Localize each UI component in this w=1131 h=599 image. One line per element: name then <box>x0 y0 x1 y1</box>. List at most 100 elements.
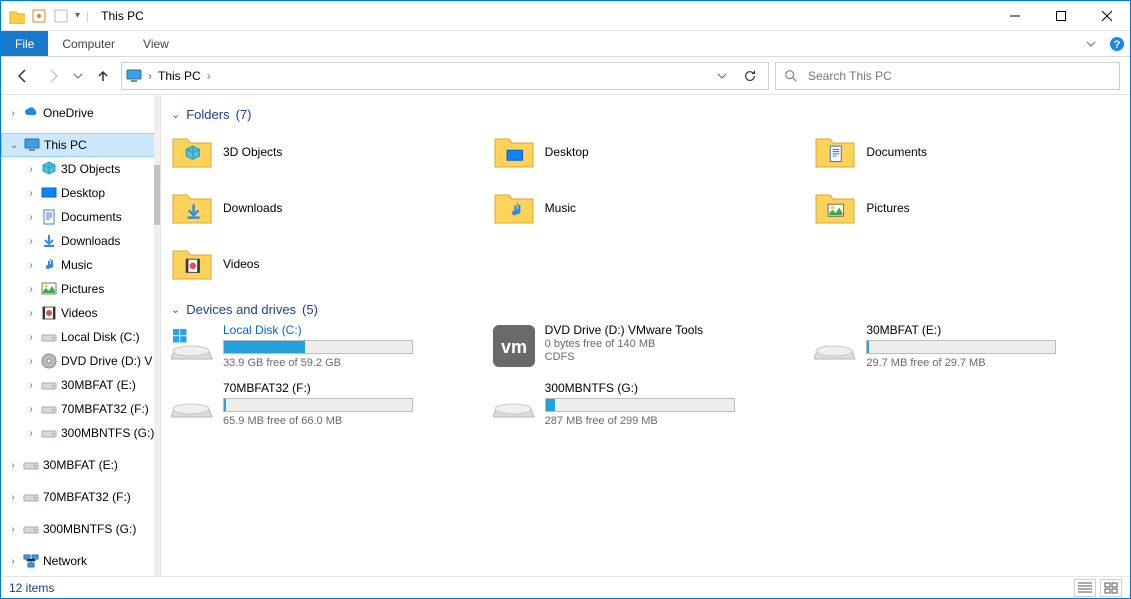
chevron-down-icon[interactable]: ⌄ <box>171 108 180 121</box>
refresh-button[interactable] <box>736 69 764 83</box>
expand-icon[interactable]: › <box>7 108 19 119</box>
sidebar-item-300mbntfs-g[interactable]: ›300MBNTFS (G:) <box>1 421 160 445</box>
tab-file[interactable]: File <box>1 31 48 56</box>
hdd-icon <box>23 457 39 473</box>
app-explorer-icon <box>9 8 25 24</box>
address-history-dropdown[interactable] <box>712 71 732 81</box>
view-large-icons-button[interactable] <box>1100 579 1122 597</box>
hdd-icon <box>814 325 856 367</box>
navigation-bar: › This PC › <box>1 57 1130 95</box>
expand-icon[interactable]: › <box>7 524 19 535</box>
nav-back-button[interactable] <box>11 64 35 88</box>
sidebar-item-pictures[interactable]: ›Pictures <box>1 277 160 301</box>
sidebar-scrollbar-thumb[interactable] <box>154 165 160 225</box>
nav-recent-dropdown[interactable] <box>71 64 85 88</box>
sidebar-item-network[interactable]: › Network <box>1 549 160 573</box>
folder-music[interactable]: Music <box>493 184 799 232</box>
qat-dropdown-icon[interactable]: ▾ <box>75 10 80 21</box>
qat-newfolder-icon[interactable] <box>53 8 69 24</box>
sidebar-item-this-pc[interactable]: ⌄ This PC <box>1 133 160 157</box>
sidebar-item-70mbfat32-f[interactable]: ›70MBFAT32 (F:) <box>1 397 160 421</box>
group-header-drives[interactable]: ⌄ Devices and drives (5) <box>171 302 1120 317</box>
sidebar-item-local-disk-c[interactable]: ›Local Disk (C:) <box>1 325 160 349</box>
folder-desktop[interactable]: Desktop <box>493 128 799 176</box>
ribbon-expand-icon[interactable] <box>1078 31 1104 56</box>
qat-properties-icon[interactable] <box>31 8 47 24</box>
expand-icon[interactable]: › <box>25 164 37 175</box>
view-details-button[interactable] <box>1074 579 1096 597</box>
close-button[interactable] <box>1084 1 1130 31</box>
expand-icon[interactable]: › <box>25 236 37 247</box>
folder-icon <box>493 131 535 173</box>
address-bar[interactable]: › This PC › <box>121 62 769 90</box>
sidebar-item-music[interactable]: › Music <box>1 253 160 277</box>
sidebar-item-label: Downloads <box>61 234 120 248</box>
folder-pictures[interactable]: Pictures <box>814 184 1120 232</box>
sidebar-item-downloads[interactable]: › Downloads <box>1 229 160 253</box>
sidebar-item-3d-objects[interactable]: ›3D Objects <box>1 157 160 181</box>
tab-computer[interactable]: Computer <box>48 31 129 56</box>
folder-videos[interactable]: Videos <box>171 240 477 288</box>
sidebar-item-documents[interactable]: ›Documents <box>1 205 160 229</box>
breadcrumb-sep-icon[interactable]: › <box>205 69 213 83</box>
expand-icon[interactable]: › <box>25 428 37 439</box>
minimize-button[interactable] <box>992 1 1038 31</box>
expand-icon[interactable]: › <box>25 260 37 271</box>
drive-free-text: 33.9 GB free of 59.2 GB <box>223 357 477 369</box>
drive-30mbfat-e[interactable]: 30MBFAT (E:) 29.7 MB free of 29.7 MB <box>814 323 1120 369</box>
sidebar-item-30mbfat-e[interactable]: ›30MBFAT (E:) <box>1 373 160 397</box>
folder-icon <box>171 131 213 173</box>
group-header-folders[interactable]: ⌄ Folders (7) <box>171 107 1120 122</box>
music-icon <box>41 257 57 273</box>
sidebar-item-label: Music <box>61 258 92 272</box>
sidebar-item-onedrive[interactable]: › OneDrive <box>1 101 160 125</box>
explorer-window: ▾ | This PC File Computer View ? › This … <box>0 0 1131 599</box>
drive-name: 300MBNTFS (G:) <box>545 381 799 395</box>
folder-label: Desktop <box>545 145 589 159</box>
sidebar-item-label: Network <box>43 554 87 568</box>
expand-icon[interactable]: › <box>25 380 37 391</box>
folder-label: Downloads <box>223 201 282 215</box>
expand-icon[interactable]: › <box>25 212 37 223</box>
sidebar-item-label: DVD Drive (D:) V <box>61 354 152 368</box>
expand-icon[interactable]: › <box>25 284 37 295</box>
cloud-icon <box>23 105 39 121</box>
help-icon[interactable]: ? <box>1104 31 1130 56</box>
expand-icon[interactable]: › <box>25 332 37 343</box>
expand-icon[interactable]: › <box>25 188 37 199</box>
expand-icon[interactable]: › <box>7 556 19 567</box>
expand-icon[interactable]: › <box>25 404 37 415</box>
hdd-icon <box>493 383 535 425</box>
sidebar-item-ext-70mbfat32-f[interactable]: ›70MBFAT32 (F:) <box>1 485 160 509</box>
drive-dvd-d[interactable]: DVD Drive (D:) VMware Tools 0 bytes free… <box>493 323 799 369</box>
sidebar-item-desktop[interactable]: ›Desktop <box>1 181 160 205</box>
sidebar-item-ext-300mbntfs-g[interactable]: ›300MBNTFS (G:) <box>1 517 160 541</box>
storage-bar <box>223 340 413 354</box>
monitor-icon <box>24 137 40 153</box>
chevron-down-icon[interactable]: ⌄ <box>171 303 180 316</box>
tab-view[interactable]: View <box>129 31 183 56</box>
expand-icon[interactable]: › <box>25 356 37 367</box>
sidebar-item-dvd-drive-d[interactable]: › DVD Drive (D:) V <box>1 349 160 373</box>
nav-up-button[interactable] <box>91 64 115 88</box>
search-box[interactable] <box>775 62 1120 90</box>
folder-label: Pictures <box>866 201 909 215</box>
folder-documents[interactable]: Documents <box>814 128 1120 176</box>
search-input[interactable] <box>806 68 1111 84</box>
expand-icon[interactable]: › <box>7 460 19 471</box>
sidebar-item-ext-30mbfat-e[interactable]: ›30MBFAT (E:) <box>1 453 160 477</box>
breadcrumb-sep-icon[interactable]: › <box>146 69 154 83</box>
folder-3d-objects[interactable]: 3D Objects <box>171 128 477 176</box>
sidebar-item-videos[interactable]: ›Videos <box>1 301 160 325</box>
drive-70mbfat32-f[interactable]: 70MBFAT32 (F:) 65.9 MB free of 66.0 MB <box>171 381 477 427</box>
maximize-button[interactable] <box>1038 1 1084 31</box>
drive-local-disk-c[interactable]: Local Disk (C:) 33.9 GB free of 59.2 GB <box>171 323 477 369</box>
expand-icon[interactable]: › <box>25 308 37 319</box>
nav-forward-button[interactable] <box>41 64 65 88</box>
folder-downloads[interactable]: Downloads <box>171 184 477 232</box>
collapse-icon[interactable]: ⌄ <box>8 140 20 151</box>
drive-300mbntfs-g[interactable]: 300MBNTFS (G:) 287 MB free of 299 MB <box>493 381 799 427</box>
expand-icon[interactable]: › <box>7 492 19 503</box>
folder-icon <box>171 187 213 229</box>
breadcrumb-location[interactable]: This PC <box>158 69 201 83</box>
